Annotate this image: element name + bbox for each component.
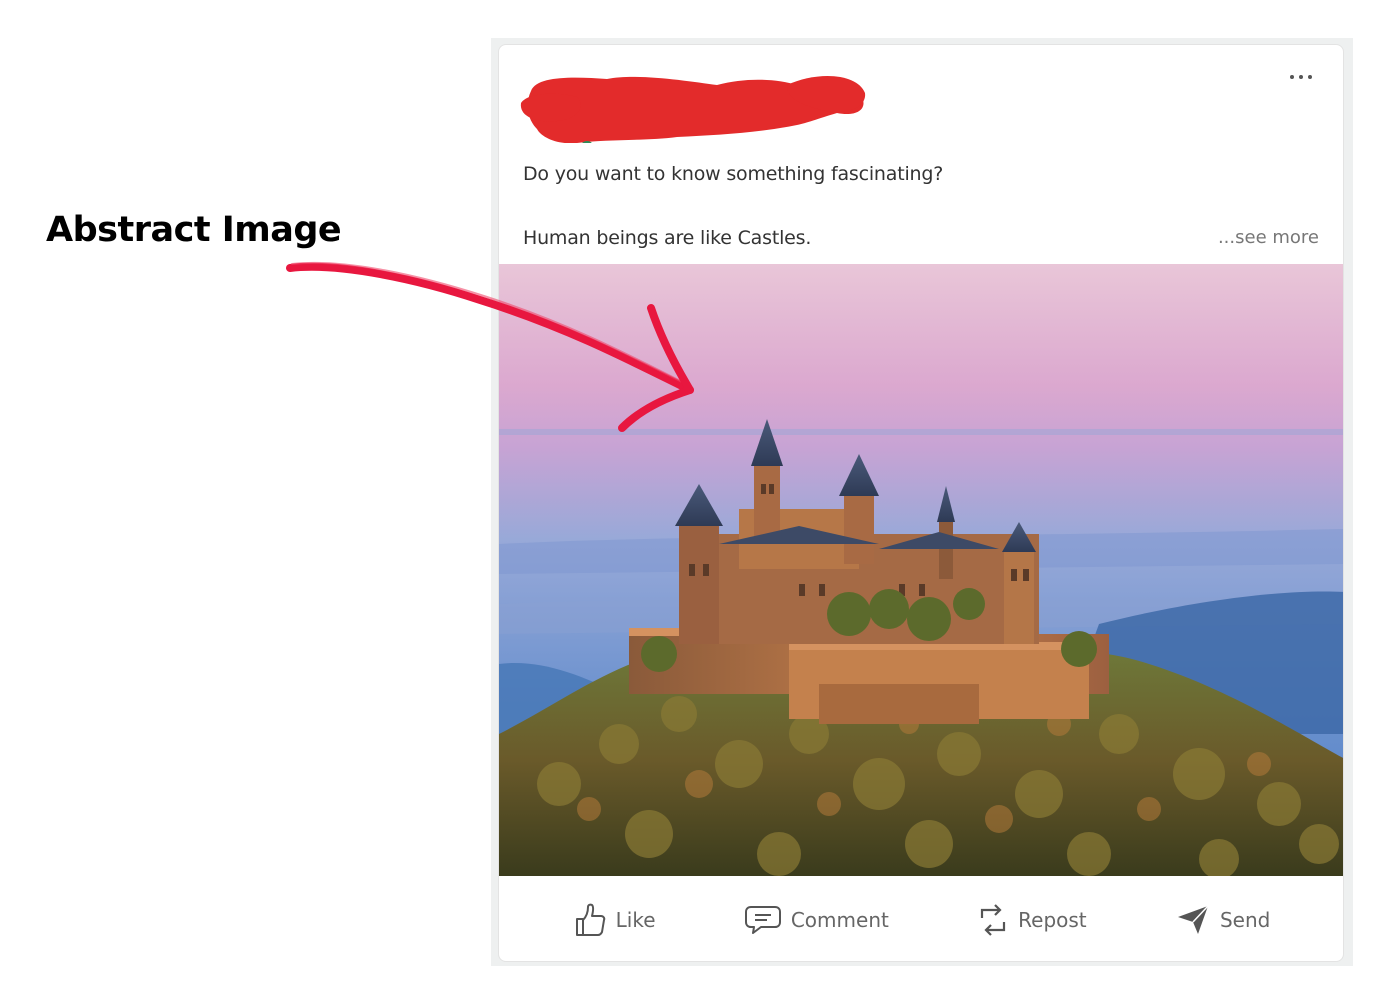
like-label: Like xyxy=(615,907,656,932)
more-options-button[interactable] xyxy=(1281,67,1321,87)
comment-button[interactable]: Comment xyxy=(729,897,905,943)
repost-label: Repost xyxy=(1018,907,1087,932)
repost-button[interactable]: Repost xyxy=(962,894,1103,946)
more-dot xyxy=(1299,75,1303,79)
post-text-line-2: Human beings are like Castles. xyxy=(523,227,812,249)
like-button[interactable]: Like xyxy=(558,895,672,945)
more-dot xyxy=(1290,75,1294,79)
comment-label: Comment xyxy=(790,907,889,932)
annotation-label: Abstract Image xyxy=(46,210,342,250)
more-dot xyxy=(1308,75,1312,79)
see-more-link[interactable]: ...see more xyxy=(1218,227,1319,248)
thumbs-up-icon xyxy=(575,903,605,936)
comment-icon xyxy=(744,905,781,934)
repost-icon xyxy=(981,903,1006,936)
post-action-bar: Like Comment Repost Send xyxy=(499,876,1343,961)
send-label: Send xyxy=(1219,907,1271,932)
post-text-line-1: Do you want to know something fascinatin… xyxy=(523,163,944,185)
redaction-scribble xyxy=(520,75,866,143)
send-icon xyxy=(1177,904,1209,934)
post-image[interactable] xyxy=(499,264,1344,876)
feed-post-card: Do you want to know something fascinatin… xyxy=(498,44,1344,962)
send-button[interactable]: Send xyxy=(1160,896,1286,944)
author-redaction xyxy=(520,75,866,143)
